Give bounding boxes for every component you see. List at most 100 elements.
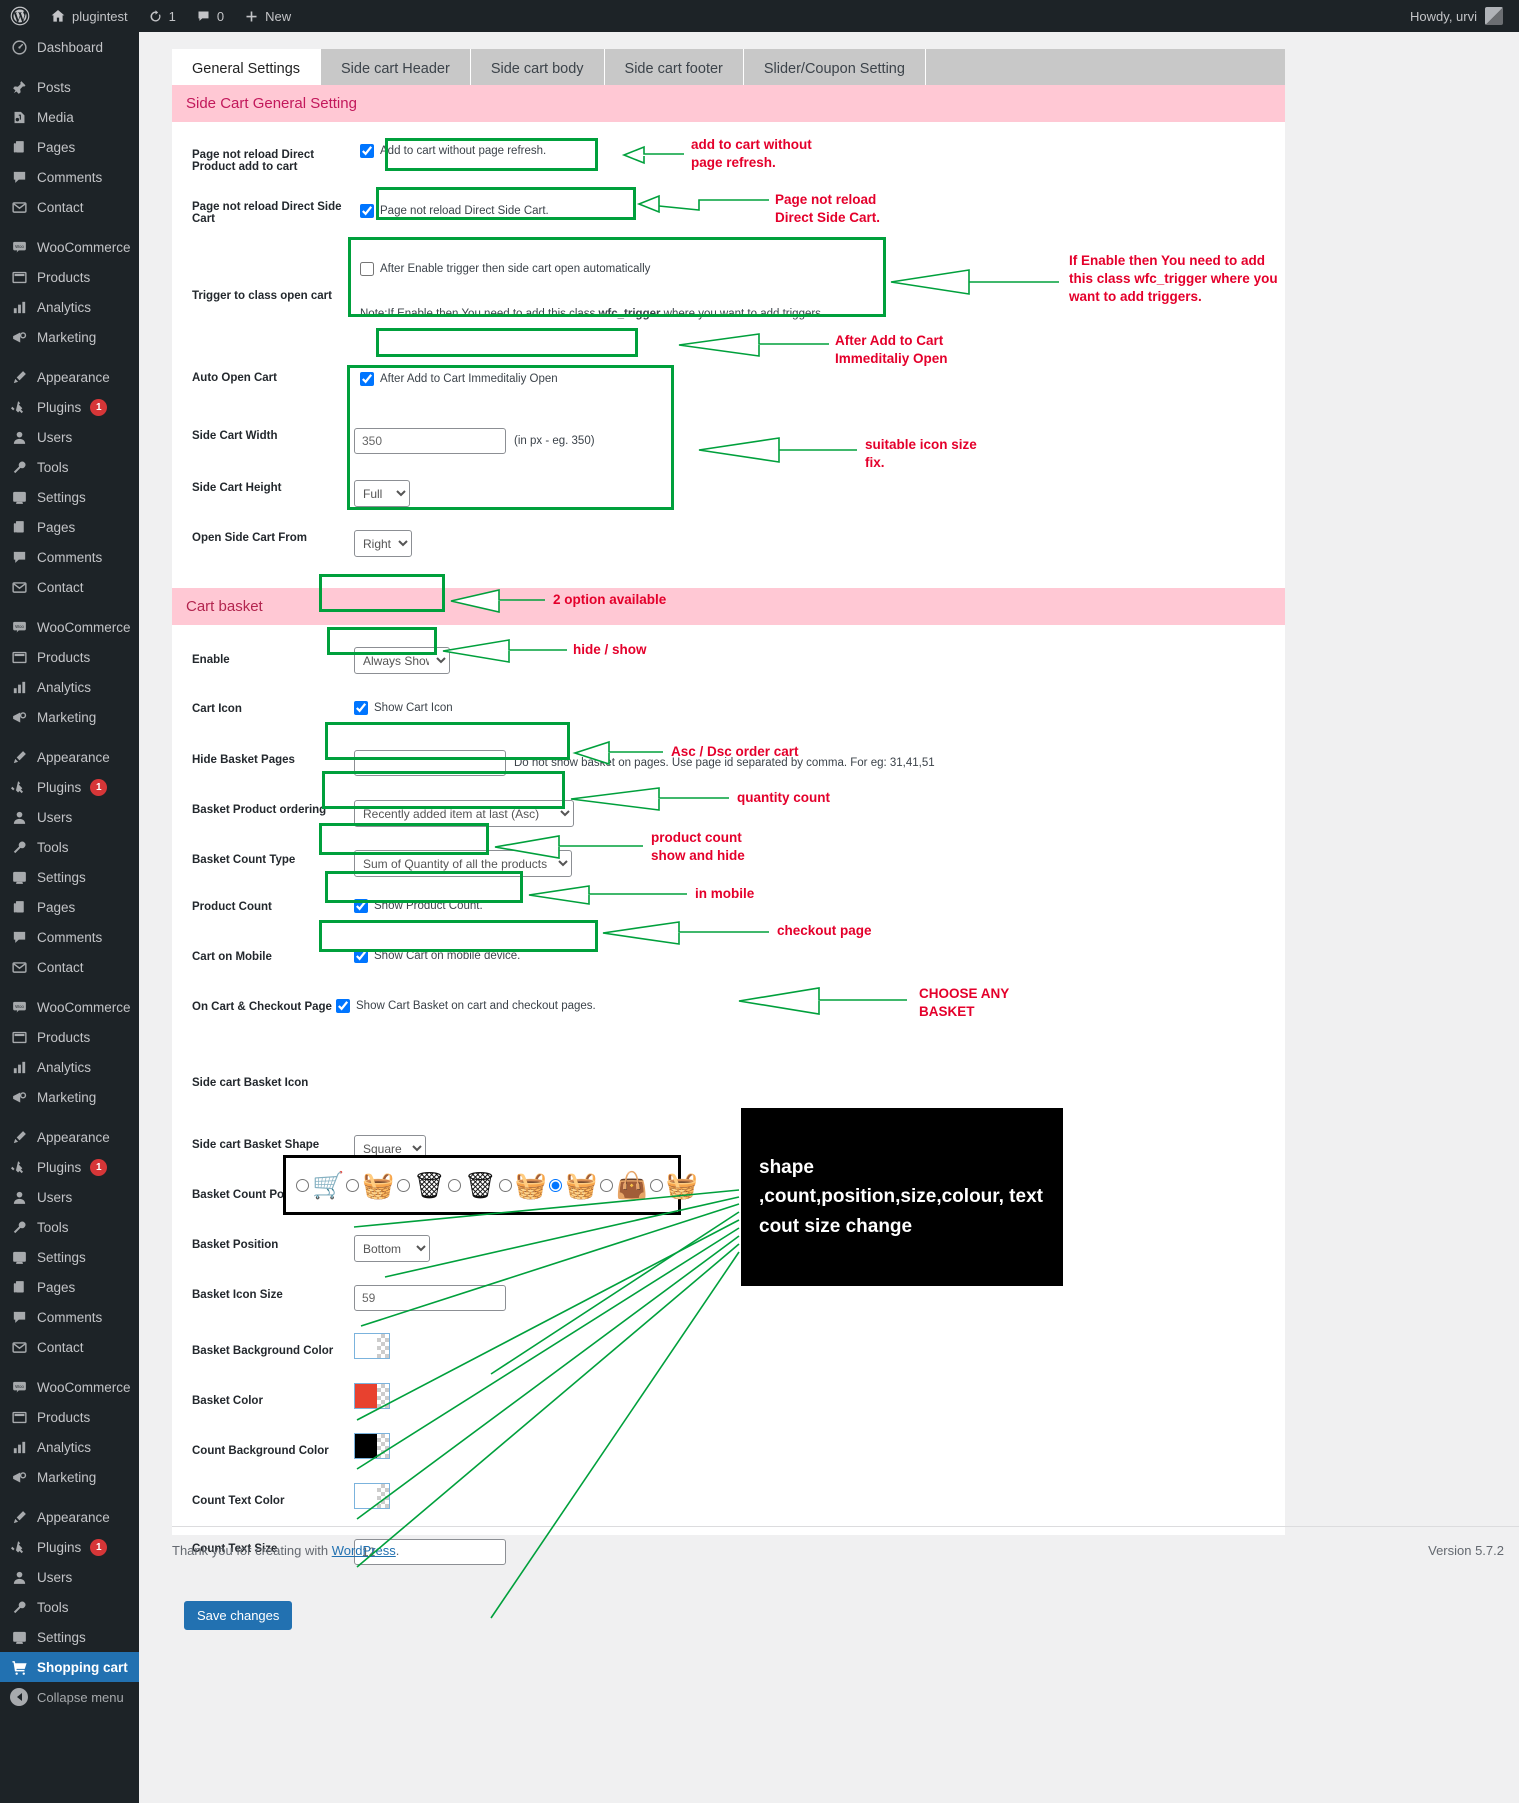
sidebar-item-settings[interactable]: Settings: [0, 1622, 139, 1652]
swatch-basket-background-color[interactable]: [354, 1333, 390, 1359]
sidebar-item-marketing[interactable]: Marketing: [0, 702, 139, 732]
sidebar-item-pages[interactable]: Pages: [0, 892, 139, 922]
sidebar-item-comments[interactable]: Comments: [0, 1302, 139, 1332]
swatch-basket-color[interactable]: [354, 1383, 390, 1409]
checkbox-show-product-count[interactable]: [354, 899, 368, 913]
sidebar-item-users[interactable]: Users: [0, 1182, 139, 1212]
checkbox-show-basket-cart-checkout[interactable]: [336, 999, 350, 1013]
basket-option-7[interactable]: 👜: [599, 1172, 648, 1198]
site-name-menu[interactable]: plugintest: [40, 0, 138, 32]
select-basket-count-type[interactable]: Sum of Quantity of all the productsNumbe…: [354, 850, 572, 877]
checkbox-show-cart-icon[interactable]: [354, 701, 368, 715]
sidebar-item-settings[interactable]: Settings: [0, 1242, 139, 1272]
sidebar-item-plugins[interactable]: Plugins 1: [0, 772, 139, 802]
radio-basket-icon-1[interactable]: [296, 1178, 309, 1192]
sidebar-item-plugins[interactable]: Plugins 1: [0, 1152, 139, 1182]
sidebar-item-appearance[interactable]: Appearance: [0, 1502, 139, 1532]
sidebar-item-pages[interactable]: Pages: [0, 1272, 139, 1302]
sidebar-item-dashboard[interactable]: Dashboard: [0, 32, 139, 62]
sidebar-item-products[interactable]: Products: [0, 262, 139, 292]
sidebar-item-products[interactable]: Products: [0, 1402, 139, 1432]
tab-general-settings[interactable]: General Settings: [172, 49, 322, 89]
sidebar-item-contact[interactable]: Contact: [0, 952, 139, 982]
wp-logo-menu[interactable]: [0, 0, 40, 32]
sidebar-item-analytics[interactable]: Analytics: [0, 1052, 139, 1082]
updates-menu[interactable]: 1: [138, 0, 186, 32]
tab-side-cart-header[interactable]: Side cart Header: [321, 49, 471, 89]
tab-slider-coupon-setting[interactable]: Slider/Coupon Setting: [743, 49, 926, 89]
basket-option-5[interactable]: 🧺: [498, 1172, 547, 1198]
sidebar-item-appearance[interactable]: Appearance: [0, 742, 139, 772]
sidebar-item-comments[interactable]: Comments: [0, 542, 139, 572]
radio-basket-icon-3[interactable]: [396, 1178, 410, 1192]
sidebar-item-comments[interactable]: Comments: [0, 922, 139, 952]
checkbox-page-not-reload-sidecart[interactable]: [360, 204, 374, 218]
comments-menu[interactable]: 0: [186, 0, 234, 32]
sidebar-item-media[interactable]: Media: [0, 102, 139, 132]
sidebar-item-shopping-cart[interactable]: Shopping cart: [0, 1652, 139, 1682]
sidebar-item-products[interactable]: Products: [0, 1022, 139, 1052]
checkbox-auto-open-cart[interactable]: [360, 372, 374, 386]
sidebar-item-contact[interactable]: Contact: [0, 572, 139, 602]
sidebar-item-tools[interactable]: Tools: [0, 832, 139, 862]
sidebar-item-settings[interactable]: Settings: [0, 482, 139, 512]
sidebar-item-pages[interactable]: Pages: [0, 132, 139, 162]
tab-side-cart-footer[interactable]: Side cart footer: [604, 49, 744, 89]
sidebar-item-woocommerce[interactable]: Woo WooCommerce: [0, 232, 139, 262]
sidebar-item-marketing[interactable]: Marketing: [0, 322, 139, 352]
sidebar-item-settings[interactable]: Settings: [0, 862, 139, 892]
sidebar-item-comments[interactable]: Comments: [0, 162, 139, 192]
wordpress-link[interactable]: WordPress: [332, 1543, 396, 1558]
radio-basket-icon-7[interactable]: [599, 1178, 613, 1192]
basket-option-6[interactable]: 🧺: [549, 1172, 598, 1198]
sidebar-item-contact[interactable]: Contact: [0, 1332, 139, 1362]
sidebar-item-woocommerce[interactable]: Woo WooCommerce: [0, 1372, 139, 1402]
sidebar-item-tools[interactable]: Tools: [0, 1212, 139, 1242]
sidebar-item-woocommerce[interactable]: Woo WooCommerce: [0, 612, 139, 642]
collapse-menu-button[interactable]: Collapse menu: [0, 1682, 139, 1712]
basket-icon-chooser[interactable]: 🛒 🧺 🗑 🗑 🧺 🧺 👜 🧺: [283, 1155, 698, 1215]
sidebar-item-marketing[interactable]: Marketing: [0, 1082, 139, 1112]
radio-basket-icon-4[interactable]: [447, 1178, 461, 1192]
sidebar-item-users[interactable]: Users: [0, 422, 139, 452]
swatch-count-background-color[interactable]: [354, 1433, 390, 1459]
select-side-cart-height[interactable]: FullAuto: [354, 480, 410, 507]
select-basket-product-ordering[interactable]: Recently added item at last (Asc)Recentl…: [354, 800, 574, 827]
sidebar-item-users[interactable]: Users: [0, 802, 139, 832]
radio-basket-icon-6[interactable]: [549, 1178, 563, 1192]
account-menu[interactable]: Howdy, urvi: [1410, 7, 1519, 25]
tab-side-cart-body[interactable]: Side cart body: [470, 49, 605, 89]
checkbox-show-cart-on-mobile[interactable]: [354, 949, 368, 963]
sidebar-item-appearance[interactable]: Appearance: [0, 362, 139, 392]
sidebar-item-analytics[interactable]: Analytics: [0, 672, 139, 702]
sidebar-item-marketing[interactable]: Marketing: [0, 1462, 139, 1492]
save-changes-button[interactable]: Save changes: [184, 1601, 293, 1630]
basket-option-1[interactable]: 🛒: [296, 1172, 344, 1198]
sidebar-item-tools[interactable]: Tools: [0, 1592, 139, 1622]
radio-basket-icon-5[interactable]: [498, 1178, 512, 1192]
sidebar-item-woocommerce[interactable]: Woo WooCommerce: [0, 992, 139, 1022]
sidebar-item-appearance[interactable]: Appearance: [0, 1122, 139, 1152]
select-open-side-cart-from[interactable]: RightLeft: [354, 530, 412, 557]
basket-option-3[interactable]: 🗑: [396, 1172, 446, 1198]
select-basket-position[interactable]: BottomTopMiddle: [354, 1235, 430, 1262]
sidebar-item-plugins[interactable]: Plugins 1: [0, 1532, 139, 1562]
basket-option-2[interactable]: 🧺: [346, 1172, 395, 1198]
sidebar-item-users[interactable]: Users: [0, 1562, 139, 1592]
sidebar-item-products[interactable]: Products: [0, 642, 139, 672]
sidebar-item-posts[interactable]: Posts: [0, 72, 139, 102]
input-side-cart-width[interactable]: [354, 428, 506, 454]
select-enable[interactable]: Always ShowHide: [354, 647, 450, 674]
sidebar-item-tools[interactable]: Tools: [0, 452, 139, 482]
sidebar-item-analytics[interactable]: Analytics: [0, 1432, 139, 1462]
radio-basket-icon-8[interactable]: [649, 1178, 663, 1192]
new-content-menu[interactable]: New: [234, 0, 301, 32]
sidebar-item-pages[interactable]: Pages: [0, 512, 139, 542]
checkbox-trigger-auto-open[interactable]: [360, 262, 374, 276]
basket-option-4[interactable]: 🗑: [447, 1172, 497, 1198]
checkbox-add-to-cart-no-refresh[interactable]: [360, 144, 374, 158]
sidebar-item-analytics[interactable]: Analytics: [0, 292, 139, 322]
input-hide-basket-pages[interactable]: [354, 750, 506, 776]
basket-option-8[interactable]: 🧺: [649, 1172, 698, 1198]
radio-basket-icon-2[interactable]: [346, 1178, 360, 1192]
